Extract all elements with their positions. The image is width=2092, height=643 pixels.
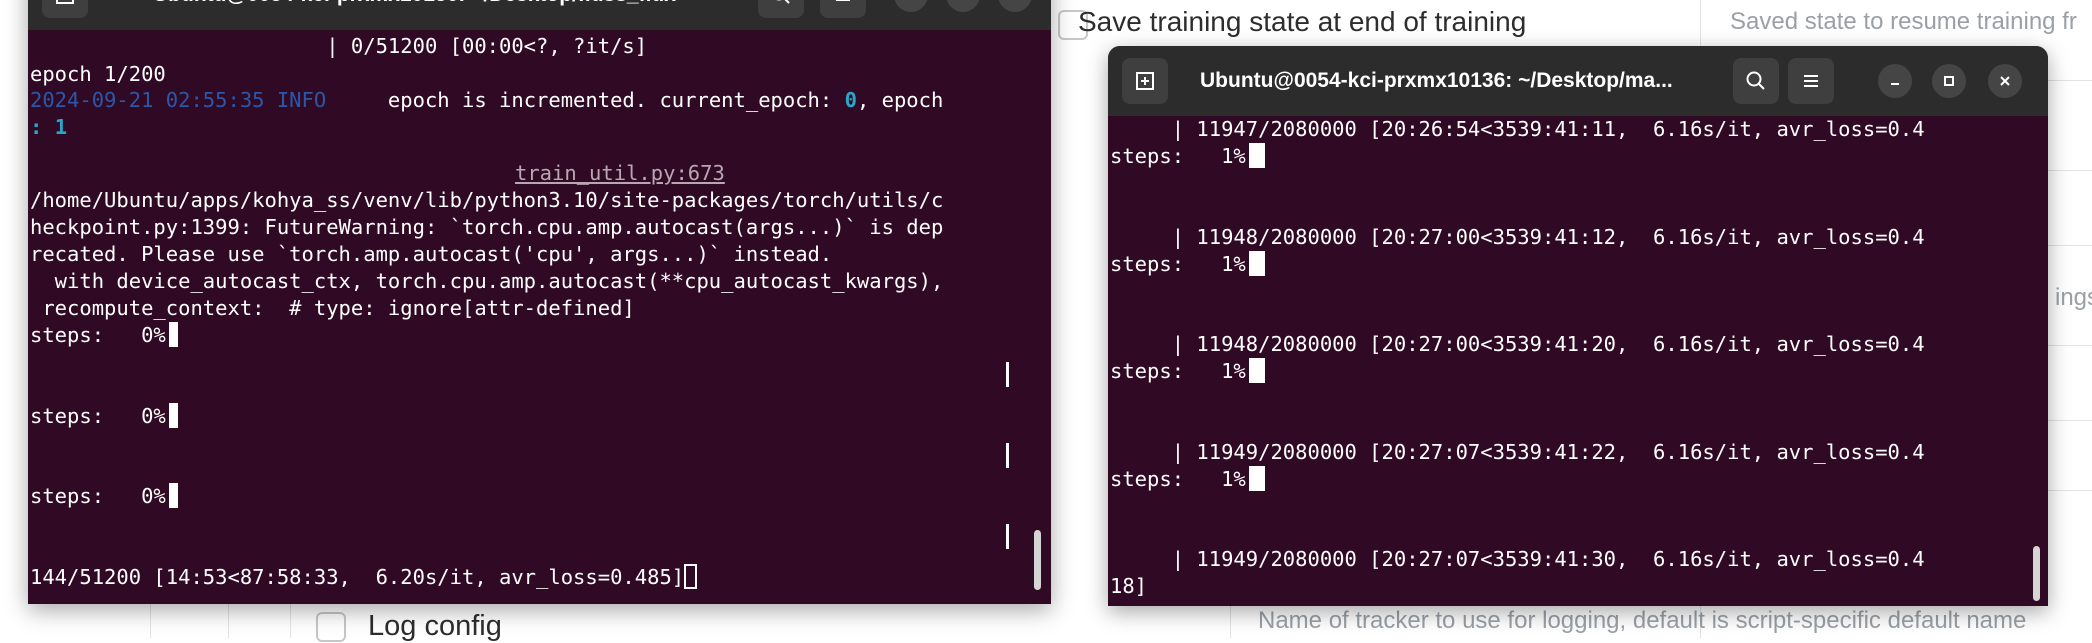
terminal-window-left[interactable]: Ubuntu@0054-kci-prxmx10136: ~/Desktop/fl… (28, 0, 1051, 604)
progress-bar-end (1006, 524, 1009, 551)
minimize-button[interactable] (1878, 64, 1912, 98)
maximize-icon (1944, 76, 1954, 86)
progress-line: | 11947/2080000 [20:26:54<3539:41:11, 6.… (1110, 117, 1925, 141)
progress-line: | 0/51200 [00:00<?, ?it/s] (30, 34, 648, 58)
terminal-cursor (684, 564, 698, 589)
search-icon (776, 0, 790, 4)
tree-line (150, 604, 151, 638)
steps-text: steps: 1% (1110, 252, 1246, 276)
terminal-left-title: Ubuntu@0054-kci-prxmx10136: ~/Desktop/fl… (153, 0, 676, 30)
search-icon (1746, 71, 1765, 90)
search-button[interactable] (758, 0, 804, 18)
minimize-button[interactable] (894, 0, 928, 12)
tracker-hint: Name of tracker to use for logging, defa… (1258, 607, 2027, 634)
current-epoch-value: 0 (844, 88, 857, 112)
menu-button[interactable] (820, 0, 866, 18)
new-tab-icon (56, 0, 74, 4)
close-icon (1007, 0, 1023, 3)
steps-line: steps: 0% (30, 322, 178, 349)
steps-line: steps: 1% (1110, 358, 1265, 385)
progress-line: | 11949/2080000 [20:27:07<3539:41:22, 6.… (1110, 440, 1925, 464)
warning-line: heckpoint.py:1399: FutureWarning: `torch… (30, 215, 944, 239)
steps-text: steps: 1% (1110, 359, 1246, 383)
warning-line: /home/Ubuntu/apps/kohya_ss/venv/lib/pyth… (30, 188, 944, 212)
terminal-left-header: Ubuntu@0054-kci-prxmx10136: ~/Desktop/fl… (28, 0, 1051, 30)
log-timestamp: 2024-09-21 02:55:35 INFO (30, 88, 327, 112)
new-tab-icon (1136, 72, 1154, 90)
save-state-label: Save training state at end of training (1078, 6, 1527, 37)
progress-bar-end (1006, 362, 1009, 389)
terminal-cursor (1251, 143, 1265, 168)
log-message: epoch is incremented. current_epoch: (326, 88, 845, 112)
progress-bar-fill (171, 483, 178, 508)
maximize-icon (955, 0, 971, 3)
epoch-prefix: : (30, 115, 55, 139)
epoch-value: 1 (54, 115, 68, 139)
terminal-cursor (1251, 466, 1265, 491)
scrollbar-thumb[interactable] (2033, 546, 2040, 601)
search-button[interactable] (1733, 58, 1779, 104)
hamburger-menu-icon (1804, 75, 1818, 87)
terminal-cursor (1251, 251, 1265, 276)
steps-line: steps: 1% (1110, 466, 1265, 493)
epoch-line: epoch 1/200 (30, 62, 166, 86)
progress-bar-fill (171, 322, 178, 347)
maximize-button[interactable] (1932, 64, 1966, 98)
terminal-right-output[interactable]: | 11947/2080000 [20:26:54<3539:41:11, 6.… (1108, 116, 2048, 606)
source-file-link[interactable]: train_util.py:673 (515, 160, 725, 187)
warning-line: recated. Please use `torch.amp.autocast(… (30, 242, 833, 266)
source-file-text: train_util.py:673 (515, 161, 725, 185)
minimize-icon (903, 0, 919, 3)
steps-text: steps: 0% (30, 484, 166, 508)
maximize-button[interactable] (946, 0, 980, 12)
tree-line (290, 604, 291, 638)
new-tab-button[interactable] (1122, 58, 1168, 104)
menu-button[interactable] (1788, 58, 1834, 104)
steps-line: steps: 0% (30, 403, 178, 430)
log-message-tail: , epoch (856, 88, 944, 112)
steps-text: steps: 0% (30, 404, 166, 428)
terminal-cursor (1251, 358, 1265, 383)
saved-state-hint: Saved state to resume training fr (1730, 8, 2077, 35)
info-line: 2024-09-21 02:55:35 INFO epoch is increm… (30, 87, 943, 114)
close-button[interactable] (1988, 64, 2022, 98)
steps-text: steps: 1% (1110, 144, 1246, 168)
column-divider (1230, 604, 1231, 638)
steps-line: steps: 1% (1110, 251, 1265, 278)
last-progress-line: 144/51200 [14:53<87:58:33, 6.20s/it, avr… (30, 564, 698, 591)
tree-line (228, 604, 229, 638)
progress-line: | 11948/2080000 [20:27:00<3539:41:12, 6.… (1110, 225, 1925, 249)
steps-text: steps: 1% (1110, 467, 1246, 491)
progress-line: | 11948/2080000 [20:27:00<3539:41:20, 6.… (1110, 332, 1925, 356)
close-icon (2000, 76, 2010, 86)
steps-line: steps: 0% (30, 483, 178, 510)
log-config-label: Log config (368, 610, 502, 642)
progress-line: | 11949/2080000 [20:27:07<3539:41:30, 6.… (1110, 547, 1925, 571)
warning-line: with device_autocast_ctx, torch.cpu.amp.… (30, 269, 944, 293)
progress-bar-fill (171, 403, 178, 428)
settings-label-fragment: ings (2055, 284, 2092, 311)
progress-bar-end (1006, 443, 1009, 470)
progress-line-wrap: 18] (1110, 574, 1148, 598)
terminal-left-output[interactable]: | 0/51200 [00:00<?, ?it/s] epoch 1/200 2… (28, 30, 1051, 604)
warning-line: recompute_context: # type: ignore[attr-d… (30, 296, 635, 320)
steps-text: steps: 0% (30, 323, 166, 347)
last-progress-text: 144/51200 [14:53<87:58:33, 6.20s/it, avr… (30, 565, 685, 589)
terminal-right-header: Ubuntu@0054-kci-prxmx10136: ~/Desktop/ma… (1108, 46, 2048, 116)
minimize-icon (1891, 83, 1899, 85)
new-tab-button[interactable] (42, 0, 88, 18)
hamburger-menu-icon (836, 0, 850, 1)
terminal-right-title: Ubuntu@0054-kci-prxmx10136: ~/Desktop/ma… (1200, 69, 1673, 92)
scrollbar-thumb[interactable] (1034, 530, 1041, 590)
info-line-wrap: : 1 (30, 114, 67, 141)
steps-line: steps: 1% (1110, 143, 1265, 170)
terminal-window-right[interactable]: Ubuntu@0054-kci-prxmx10136: ~/Desktop/ma… (1108, 46, 2048, 606)
close-button[interactable] (998, 0, 1032, 12)
